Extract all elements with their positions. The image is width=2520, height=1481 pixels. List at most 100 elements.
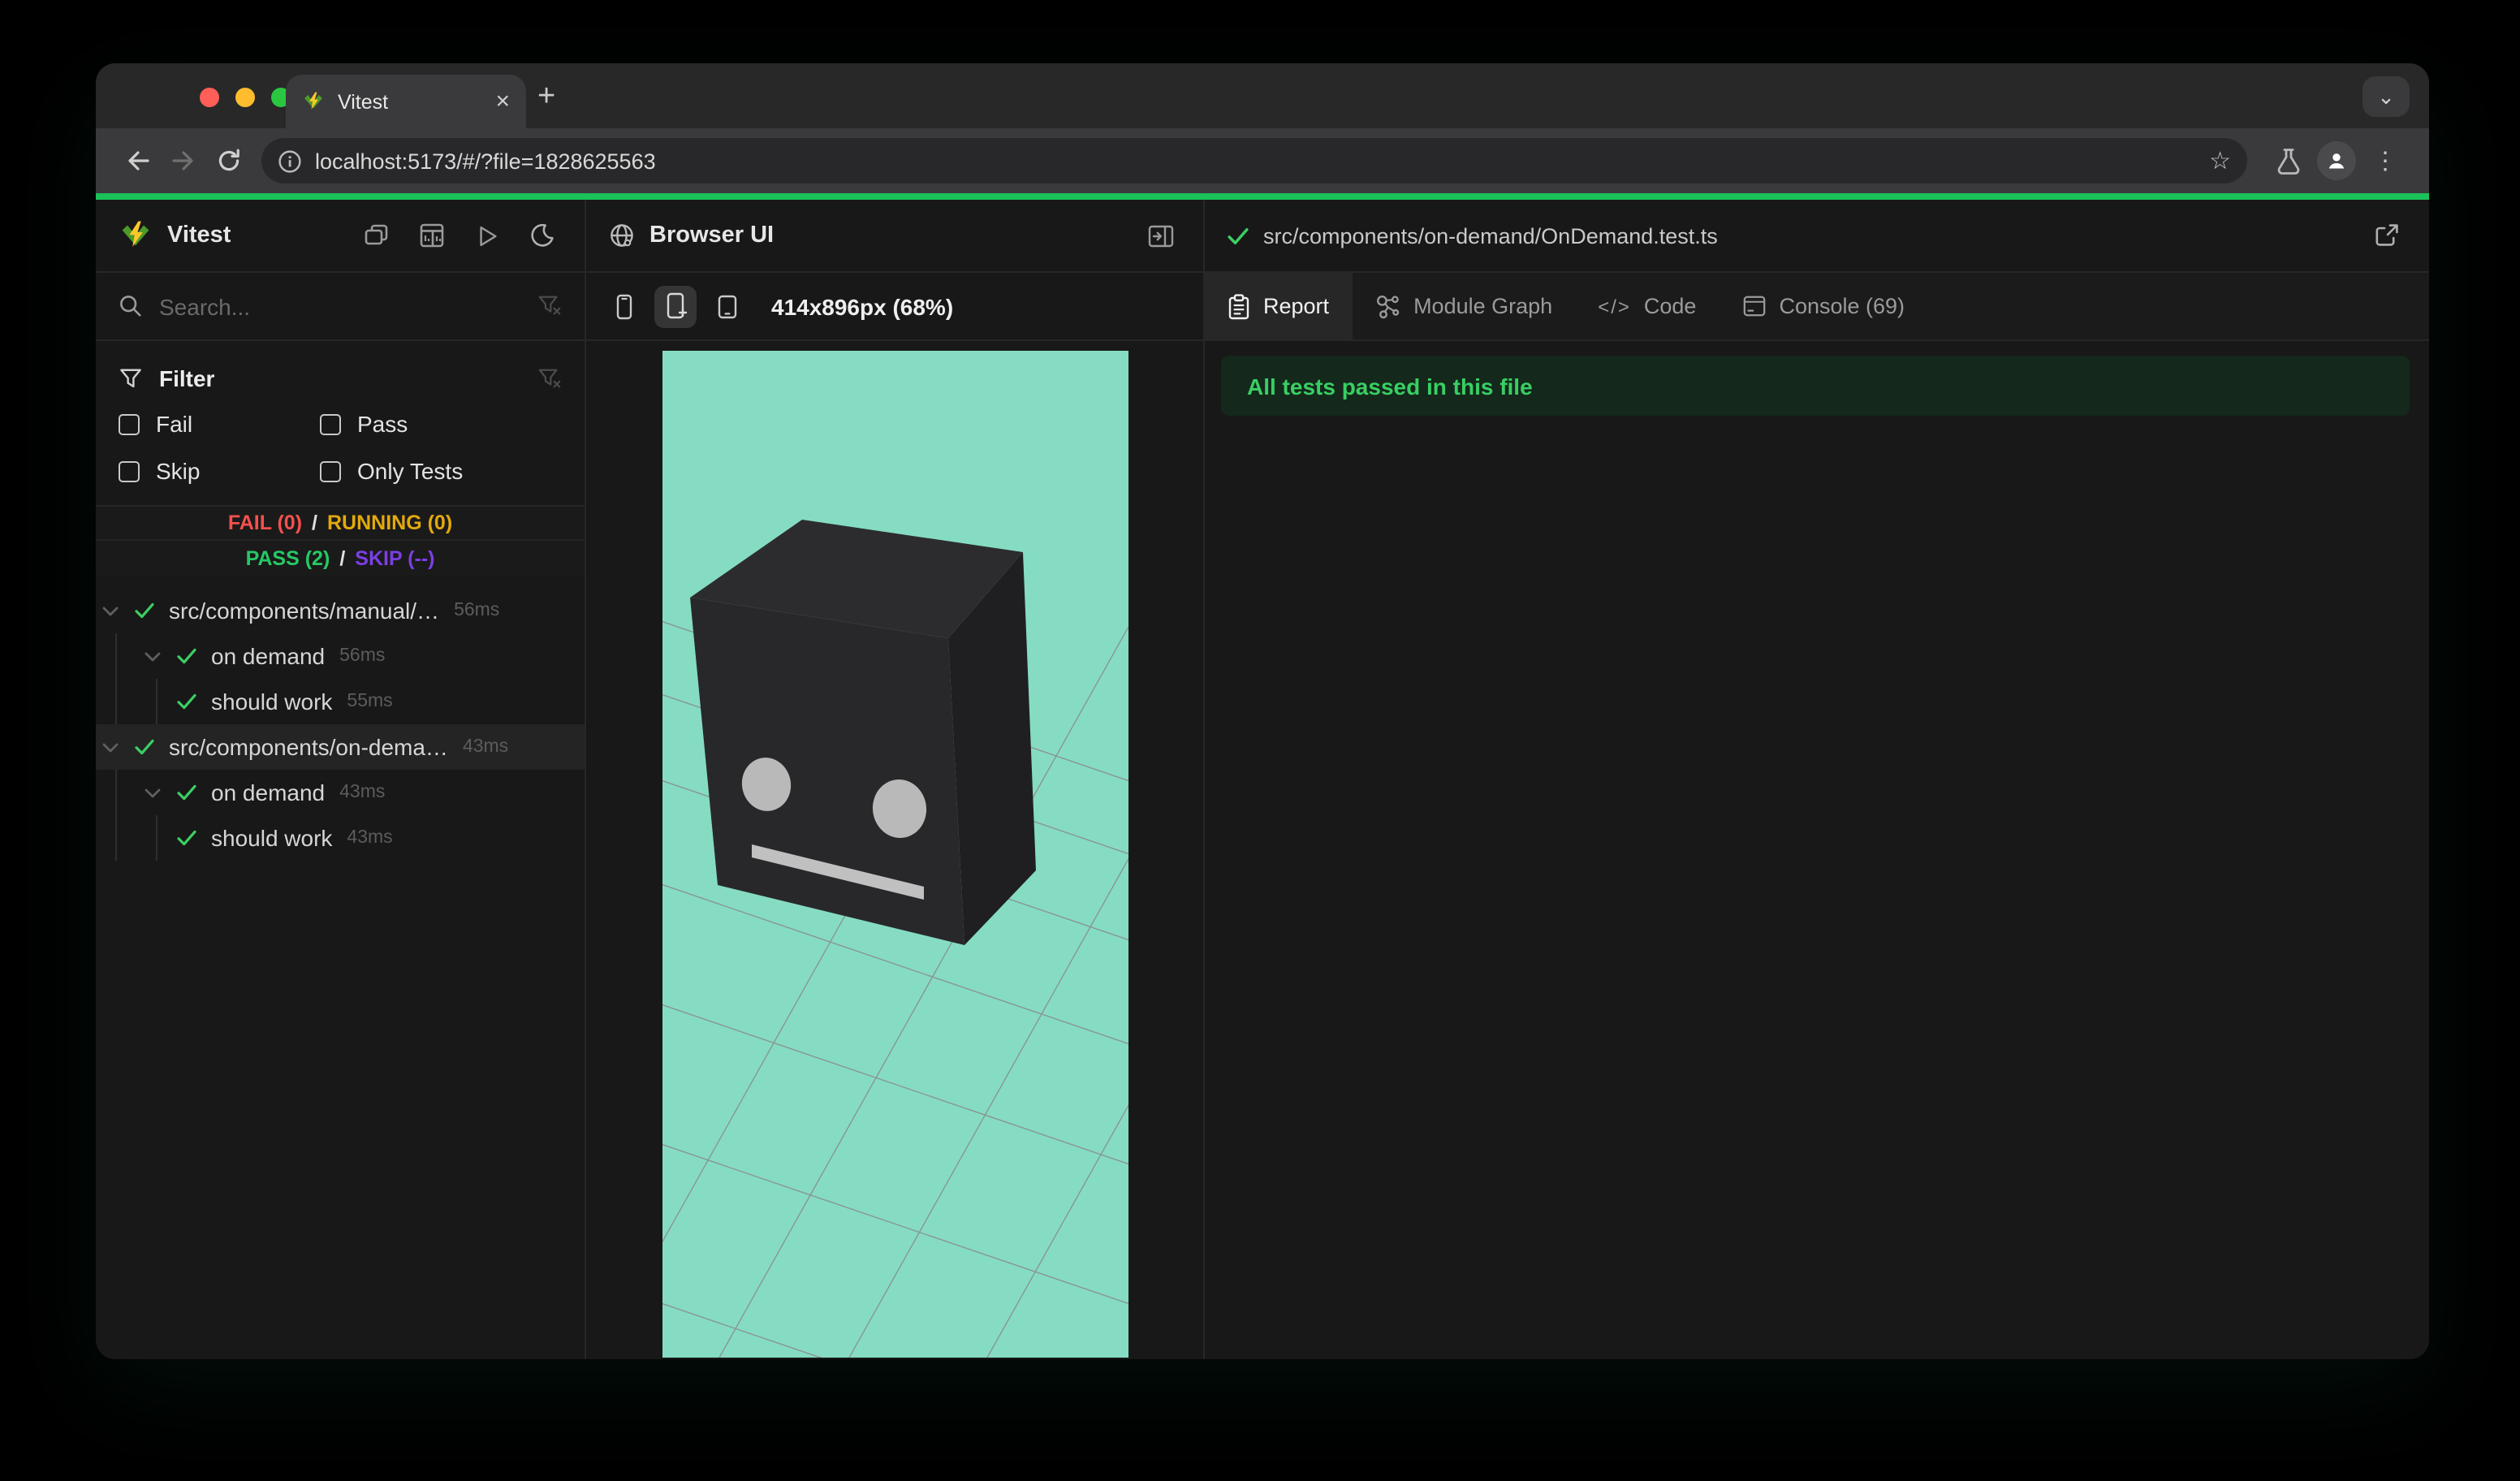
pass-count: PASS (2): [245, 546, 330, 569]
open-file-path[interactable]: src/components/on-demand/OnDemand.test.t…: [1263, 223, 1718, 248]
open-external-button[interactable]: [2367, 216, 2406, 255]
filter-option-skip[interactable]: Skip: [119, 453, 320, 489]
fail-count: FAIL (0): [227, 512, 303, 534]
globe-icon: [611, 224, 633, 247]
tab-module-graph[interactable]: Module Graph: [1352, 273, 1575, 339]
chevron-down-icon[interactable]: [145, 650, 161, 662]
check-icon: [1228, 227, 1249, 244]
tab-close-icon[interactable]: ×: [495, 89, 510, 114]
dashboard-icon: [420, 223, 444, 248]
test-suite-name: on demand: [211, 643, 326, 669]
browser-menu-button[interactable]: ⋮: [2361, 136, 2410, 185]
tab-search-button[interactable]: ⌄: [2362, 76, 2410, 117]
test-summary: FAIL (0) / RUNNING (0) PASS (2) / SKIP (…: [96, 505, 585, 575]
module-graph-icon: [1376, 294, 1399, 318]
test-case-row[interactable]: should work 43ms: [96, 815, 585, 861]
traffic-lights: [200, 87, 291, 107]
checkbox-fail[interactable]: [119, 413, 140, 434]
flask-icon: [2276, 148, 2299, 174]
run-all-button[interactable]: [468, 216, 507, 255]
clipboard-icon: [1228, 293, 1249, 319]
chevron-down-icon[interactable]: [102, 741, 119, 753]
filter-option-only-tests[interactable]: Only Tests: [320, 453, 562, 489]
bookmark-star-icon[interactable]: ☆: [2209, 146, 2231, 175]
close-window-button[interactable]: [200, 87, 219, 107]
sidebar-header-actions: [357, 216, 562, 255]
filter-header: Filter: [119, 357, 562, 399]
checkbox-label: Skip: [156, 458, 201, 484]
url-text[interactable]: localhost:5173/#/?file=1828625563: [315, 149, 2196, 173]
filter-section: Filter Fail Pass Skip Only Tests: [96, 341, 585, 505]
test-duration: 43ms: [462, 737, 509, 757]
test-render-viewport[interactable]: [662, 351, 1128, 1358]
tab-report[interactable]: Report: [1205, 273, 1353, 339]
browser-tab[interactable]: Vitest ×: [286, 75, 526, 128]
avatar: [2317, 141, 2356, 180]
clear-filter-icon[interactable]: [537, 294, 562, 318]
device-tablet-button[interactable]: [706, 285, 749, 327]
check-icon: [135, 739, 154, 755]
code-icon: </>: [1598, 295, 1631, 317]
test-duration: 55ms: [347, 692, 393, 711]
tab-label: Code: [1643, 294, 1697, 318]
test-case-row[interactable]: should work 55ms: [96, 679, 585, 724]
report-content: All tests passed in this file: [1205, 341, 2429, 1359]
external-link-icon: [2375, 224, 2398, 246]
checkbox-only-tests[interactable]: [320, 460, 341, 481]
site-info-icon[interactable]: [278, 149, 302, 173]
phone-plus-icon: [666, 292, 687, 319]
chevron-down-icon[interactable]: [145, 787, 161, 798]
theme-toggle-button[interactable]: [523, 216, 562, 255]
search-input[interactable]: [159, 293, 521, 319]
new-tab-button[interactable]: +: [537, 80, 555, 115]
chevron-down-icon[interactable]: [102, 605, 119, 616]
vitest-app: Vitest Search... Filter Fail Pass Skip O…: [96, 200, 2429, 1359]
tab-console[interactable]: Console (69): [1719, 273, 1927, 339]
back-button[interactable]: [115, 138, 161, 184]
vitest-logo-icon: [122, 220, 149, 247]
check-icon: [177, 784, 196, 801]
profile-button[interactable]: [2312, 136, 2361, 185]
test-file-name: src/components/on-dema…: [169, 734, 448, 760]
sidebar-header: Vitest: [96, 200, 585, 273]
test-duration: 56ms: [454, 601, 500, 620]
forward-button[interactable]: [161, 138, 206, 184]
browser-toolbar: localhost:5173/#/?file=1828625563 ☆ ⋮: [96, 128, 2429, 193]
kebab-menu-icon: ⋮: [2373, 148, 2397, 175]
test-suite-row[interactable]: on demand 56ms: [96, 633, 585, 679]
funnel-icon: [120, 368, 141, 387]
checkbox-pass[interactable]: [320, 413, 341, 434]
filter-option-fail[interactable]: Fail: [119, 406, 320, 442]
ui-windows-button[interactable]: [357, 216, 396, 255]
running-count: RUNNING (0): [327, 512, 453, 534]
chevron-down-icon: ⌄: [2377, 84, 2395, 108]
skip-count: SKIP (--): [355, 546, 435, 569]
test-file-row[interactable]: src/components/on-dema… 43ms: [96, 724, 585, 770]
checkbox-skip[interactable]: [119, 460, 140, 481]
result-header: src/components/on-demand/OnDemand.test.t…: [1205, 200, 2429, 273]
dock-panel-button[interactable]: [1141, 216, 1180, 255]
checkbox-label: Pass: [357, 411, 408, 437]
test-duration: 43ms: [339, 783, 386, 802]
tab-label: Console (69): [1779, 294, 1905, 318]
test-file-row[interactable]: src/components/manual/… 56ms: [96, 588, 585, 633]
tab-code[interactable]: </> Code: [1575, 273, 1719, 339]
viewport-size-label: 414x896px (68%): [771, 293, 954, 319]
clear-filter-icon[interactable]: [537, 366, 562, 391]
panel-right-icon: [1148, 224, 1174, 247]
reload-button[interactable]: [206, 138, 252, 184]
tests-passed-text: All tests passed in this file: [1247, 373, 1533, 399]
device-phone-small-button[interactable]: [602, 285, 645, 327]
browser-ui-header: Browser UI: [586, 200, 1203, 273]
filter-option-pass[interactable]: Pass: [320, 406, 562, 442]
search-icon: [120, 296, 141, 317]
dashboard-button[interactable]: [412, 216, 451, 255]
tab-label: Module Graph: [1413, 294, 1553, 318]
minimize-window-button[interactable]: [235, 87, 255, 107]
summary-row-fail-running: FAIL (0) / RUNNING (0): [96, 507, 585, 541]
test-suite-row[interactable]: on demand 43ms: [96, 770, 585, 815]
address-bar[interactable]: localhost:5173/#/?file=1828625563 ☆: [261, 138, 2247, 184]
device-phone-plus-button[interactable]: [654, 285, 697, 327]
experiments-button[interactable]: [2263, 136, 2312, 185]
browser-window: Vitest × + ⌄ localhost:5173/#/?file=1828…: [96, 63, 2429, 1359]
